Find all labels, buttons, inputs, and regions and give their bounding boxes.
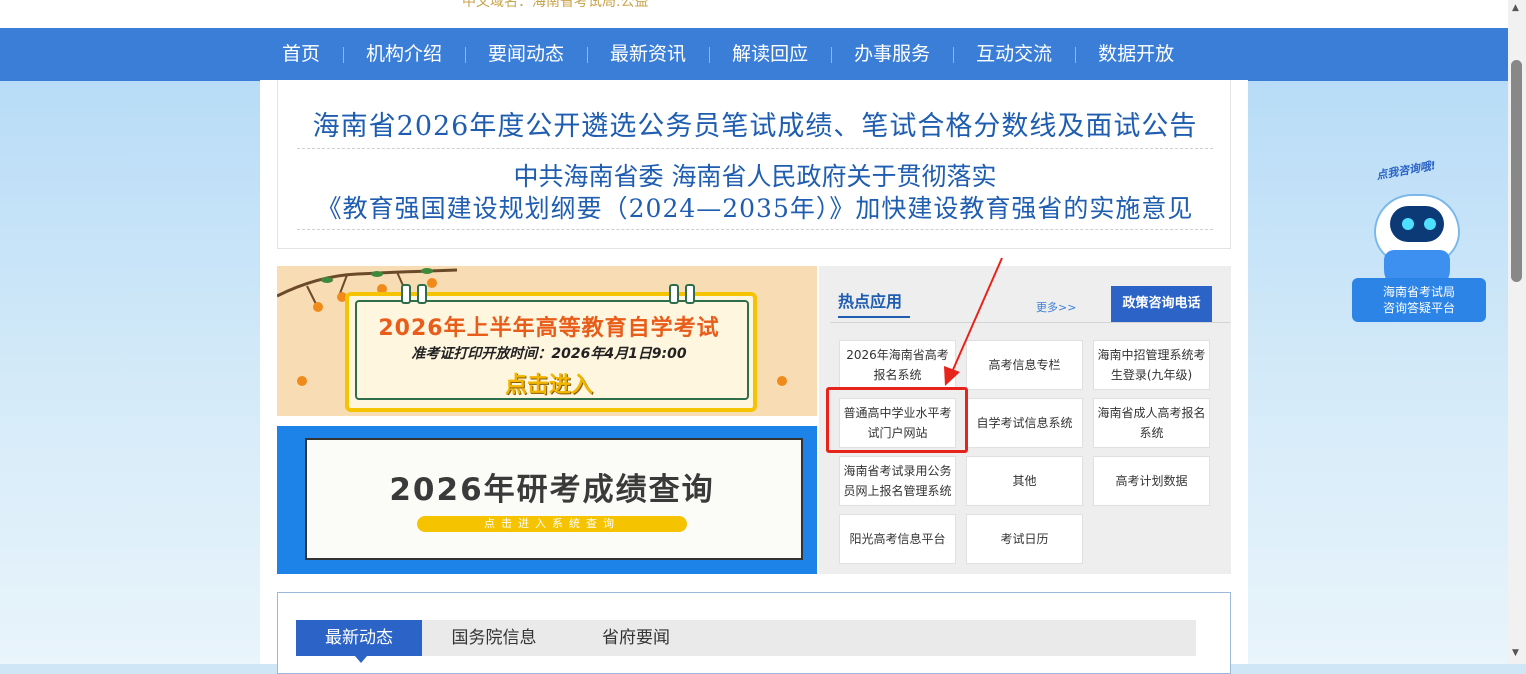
frame-pin [669, 284, 679, 304]
app-exam-calendar[interactable]: 考试日历 [966, 514, 1083, 564]
page-background-left [0, 80, 260, 664]
app-gaokao-info[interactable]: 高考信息专栏 [966, 340, 1083, 390]
robot-plate-line2: 咨询答疑平台 [1382, 301, 1455, 315]
headline-link-2-line1[interactable]: 中共海南省委 海南省人民政府关于贯彻落实 [297, 157, 1213, 193]
banner-enter-label: 点击进入 [504, 373, 593, 398]
tab-latest-news[interactable]: 最新动态 [296, 620, 422, 656]
app-gaokao-plan-data[interactable]: 高考计划数据 [1093, 456, 1210, 506]
robot-plate-line1: 海南省考试局 [1382, 285, 1455, 299]
nav-item-news[interactable]: 要闻动态 [465, 28, 587, 81]
scrollbar-thumb[interactable] [1511, 60, 1522, 282]
banner-title: 2026年研考成绩查询 [389, 472, 715, 508]
orange-dot [313, 302, 323, 312]
nav-item-interact[interactable]: 互动交流 [953, 28, 1075, 81]
policy-hotline-button[interactable]: 政策咨询电话 [1111, 286, 1212, 322]
divider [297, 229, 1213, 230]
orange-dot [427, 278, 437, 288]
orange-dot [777, 376, 787, 386]
robot-plate: 海南省考试局 咨询答疑平台 [1352, 278, 1486, 322]
highlight-box [826, 387, 968, 453]
tab-provincial-news[interactable]: 省府要闻 [574, 620, 698, 656]
main-nav: 首页 机构介绍 要闻动态 最新资讯 解读回应 办事服务 互动交流 数据开放 [0, 28, 1508, 81]
frame-pin [685, 284, 695, 304]
headline-link-1[interactable]: 海南省2026年度公开遴选公务员笔试成绩、笔试合格分数线及面试公告 [297, 104, 1213, 143]
robot-bubble-text: 点我咨询哦! [1375, 158, 1437, 183]
app-zhongzhao-login[interactable]: 海南中招管理系统考生登录(九年级) [1093, 340, 1210, 390]
self-exam-banner[interactable]: 2026年上半年高等教育自学考试 准考证打印开放时间：2026年4月1日9:00… [277, 266, 817, 416]
divider [297, 148, 1213, 149]
robot-eye [1424, 218, 1436, 230]
news-tab-bar [296, 620, 1196, 656]
banner-subtitle: 准考证打印开放时间：2026年4月1日9:00 [411, 346, 687, 362]
tab-state-council[interactable]: 国务院信息 [432, 620, 556, 656]
app-sunshine-gaokao[interactable]: 阳光高考信息平台 [839, 514, 956, 564]
nav-item-about[interactable]: 机构介绍 [343, 28, 465, 81]
consultation-robot-widget[interactable]: 点我咨询哦! 海南省考试局 咨询答疑平台 [1346, 158, 1492, 328]
active-tab-caret [355, 656, 367, 663]
top-strip: 中文域名：海南省考试局.公益 [0, 0, 1508, 28]
more-link[interactable]: 更多>> [1036, 299, 1076, 315]
frame-pin [401, 284, 411, 304]
scroll-up-icon[interactable]: ▲ [1512, 3, 1519, 13]
grad-exam-score-banner[interactable]: 2026年研考成绩查询 点击进入系统查询 [277, 426, 817, 574]
nav-item-home[interactable]: 首页 [270, 28, 343, 81]
scroll-down-icon[interactable]: ▼ [1512, 648, 1519, 658]
nav-item-interpret[interactable]: 解读回应 [709, 28, 831, 81]
headline-link-2-line2[interactable]: 《教育强国建设规划纲要（2024—2035年）》加快建设教育强省的实施意见 [297, 189, 1213, 225]
orange-dot [297, 376, 307, 386]
app-gaokao-registration[interactable]: 2026年海南省高考报名系统 [839, 340, 956, 390]
title-underline [838, 316, 910, 318]
nav-item-opendata[interactable]: 数据开放 [1075, 28, 1197, 81]
banner-subtitle: 点击进入系统查询 [417, 516, 687, 532]
hot-apps-title: 热点应用 [838, 292, 903, 311]
banner-title: 2026年上半年高等教育自学考试 [378, 316, 720, 341]
app-self-exam-system[interactable]: 自学考试信息系统 [966, 398, 1083, 448]
app-other[interactable]: 其他 [966, 456, 1083, 506]
frame-pin [417, 284, 427, 304]
nav-item-latest[interactable]: 最新资讯 [587, 28, 709, 81]
app-civil-service-registration[interactable]: 海南省考试录用公务员网上报名管理系统 [839, 456, 956, 506]
app-adult-gaokao-registration[interactable]: 海南省成人高考报名系统 [1093, 398, 1210, 448]
domain-name-text: 中文域名：海南省考试局.公益 [462, 0, 649, 10]
nav-item-services[interactable]: 办事服务 [831, 28, 953, 81]
divider [830, 322, 1230, 323]
robot-eye [1402, 218, 1414, 230]
